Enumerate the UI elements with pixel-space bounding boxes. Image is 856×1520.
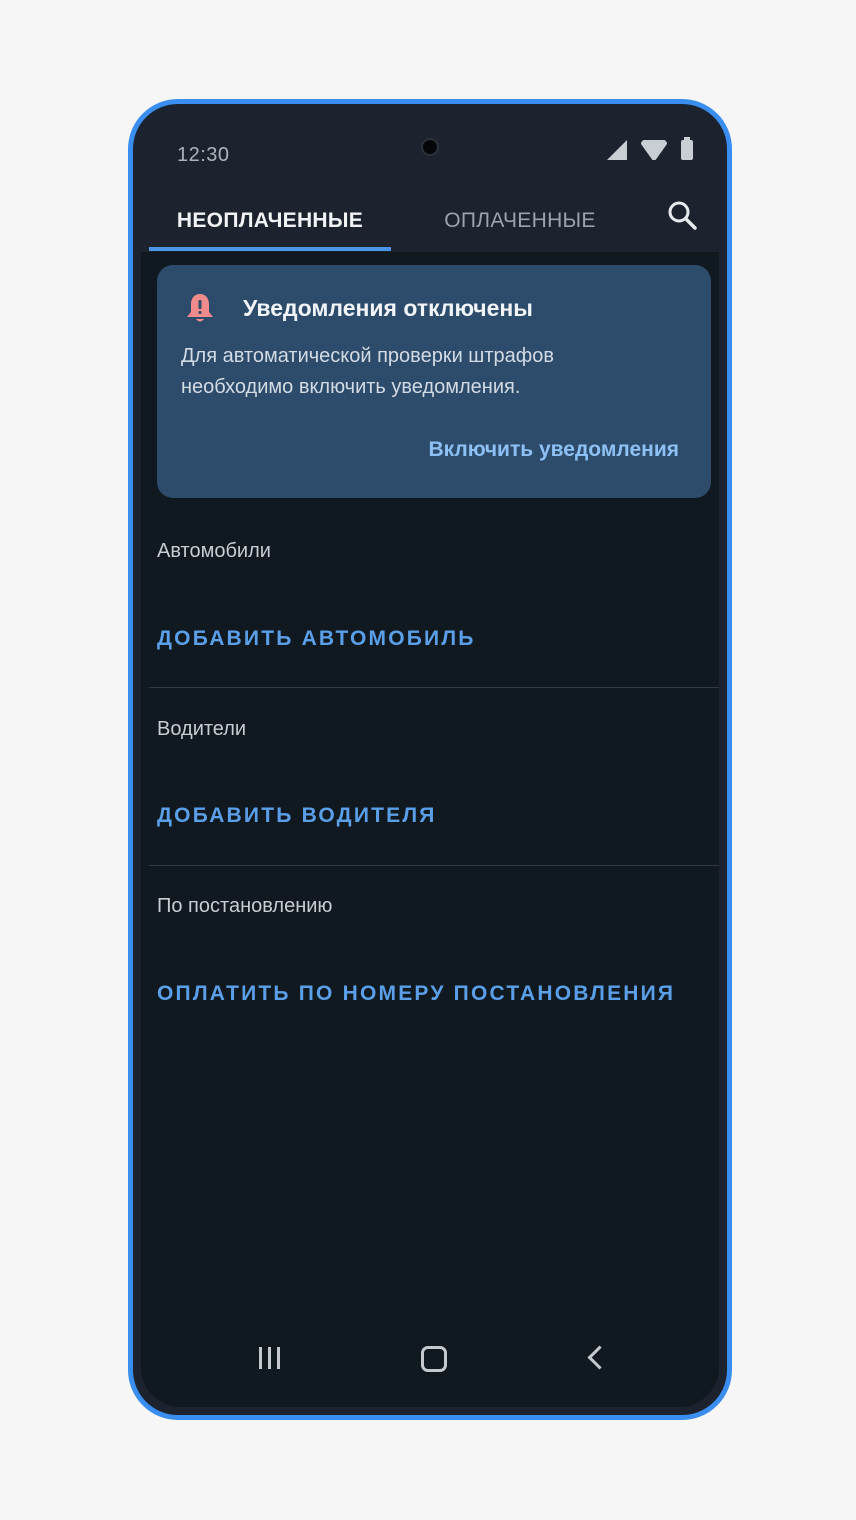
enable-notifications-button[interactable]: Включить уведомления [428, 438, 679, 462]
home-icon[interactable] [421, 1346, 447, 1372]
add-driver-button[interactable]: ДОБАВИТЬ ВОДИТЕЛЯ [157, 804, 437, 828]
divider [149, 865, 719, 866]
signal-icon [607, 140, 627, 160]
pay-by-resolution-button[interactable]: ОПЛАТИТЬ ПО НОМЕРУ ПОСТАНОВЛЕНИЯ [157, 982, 675, 1006]
wifi-icon [641, 140, 667, 160]
divider [149, 687, 719, 688]
battery-icon [681, 137, 693, 160]
add-car-button[interactable]: ДОБАВИТЬ АВТОМОБИЛЬ [157, 627, 476, 651]
recent-apps-icon[interactable] [259, 1347, 280, 1369]
tab-paid[interactable]: ОПЛАЧЕННЫЕ [391, 190, 649, 252]
notice-body: Для автоматической проверки штрафов необ… [181, 345, 554, 398]
tab-indicator [149, 247, 391, 251]
section-label-cars: Автомобили [157, 540, 271, 562]
status-icons [607, 137, 693, 160]
phone-frame: 12:30 НЕОПЛАЧЕННЫЕ ОПЛАЧЕННЫЕ Уведомлени… [128, 99, 732, 1420]
notice-title: Уведомления отключены [243, 295, 533, 321]
back-icon[interactable] [587, 1345, 612, 1370]
search-icon [668, 201, 697, 230]
bell-alert-icon [187, 294, 213, 322]
section-label-resolution: По постановлению [157, 895, 333, 917]
status-time: 12:30 [177, 144, 230, 166]
screen: 12:30 НЕОПЛАЧЕННЫЕ ОПЛАЧЕННЫЕ Уведомлени… [141, 112, 719, 1407]
search-button[interactable] [665, 198, 701, 234]
front-camera [421, 138, 439, 156]
notifications-disabled-card: Уведомления отключены Для автоматической… [157, 265, 711, 498]
section-label-drivers: Водители [157, 718, 247, 740]
system-nav-bar [141, 1317, 719, 1407]
tab-unpaid[interactable]: НЕОПЛАЧЕННЫЕ [149, 190, 391, 252]
app-bar: 12:30 НЕОПЛАЧЕННЫЕ ОПЛАЧЕННЫЕ [141, 112, 719, 252]
